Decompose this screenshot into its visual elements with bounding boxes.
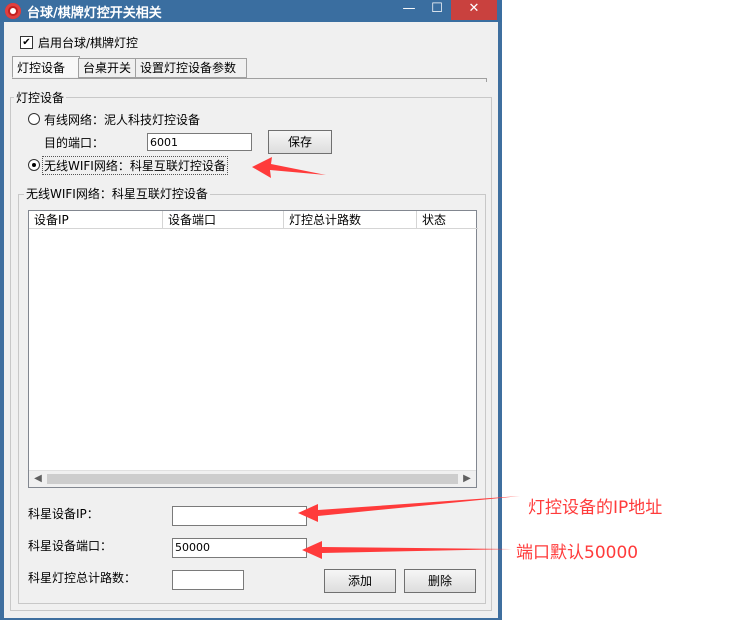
- port-annotation: 端口默认50000: [516, 543, 639, 563]
- arrow-to-wifi-radio: [252, 157, 326, 178]
- arrow-to-port-input: [302, 541, 512, 559]
- ip-annotation: 灯控设备的IP地址: [528, 498, 663, 518]
- annotation-arrows: [252, 157, 520, 559]
- arrow-to-ip-input: [298, 496, 520, 522]
